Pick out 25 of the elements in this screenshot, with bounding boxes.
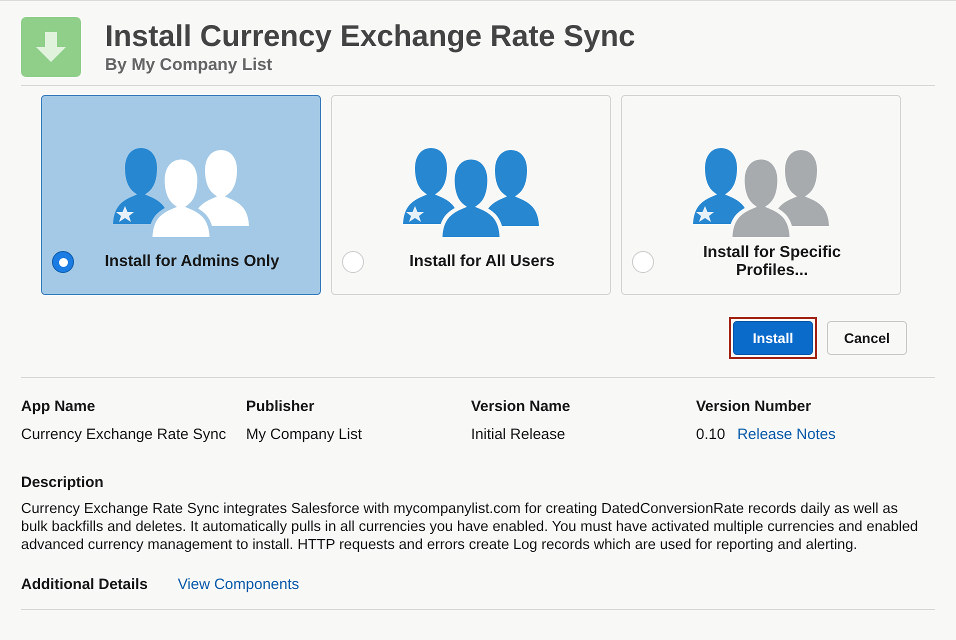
additional-details-label: Additional Details <box>21 575 148 595</box>
download-icon <box>21 17 81 77</box>
radio-button[interactable] <box>52 251 74 273</box>
option-label: Install for All Users <box>408 253 556 271</box>
cancel-button[interactable]: Cancel <box>827 321 907 355</box>
detail-label: Publisher <box>246 398 316 416</box>
detail-value: 0.10 <box>696 426 726 444</box>
detail-label: Version Name <box>471 398 572 416</box>
detail-value: Currency Exchange Rate Sync <box>21 426 226 444</box>
install-option-card[interactable]: Install for All Users <box>331 95 611 295</box>
page-title: Install Currency Exchange Rate Sync <box>105 19 636 55</box>
detail-value: Initial Release <box>471 426 566 444</box>
install-option-card[interactable]: Install for Specific Profiles... <box>621 95 901 295</box>
detail-label: App Name <box>21 398 96 416</box>
view-components-link[interactable]: View Components <box>178 574 300 596</box>
option-label: Install for Admins Only <box>104 253 280 271</box>
install-option-card[interactable]: Install for Admins Only <box>41 95 321 295</box>
publisher-subtitle: By My Company List <box>105 55 274 75</box>
description-label: Description <box>21 474 105 492</box>
release-notes-link[interactable]: Release Notes <box>737 426 836 444</box>
description-text: Currency Exchange Rate Sync integrates Salesforce with mycompanylist.com for creating DatedConversionRate records daily as well as bulk backfills and deletes. It automatically pulls in all currencies you have enabled. You must have activated multiple currencies and enabled advanced currency management to install. HTTP requests and errors create Log records which are used for reporting and alerting. <box>21 500 920 554</box>
install-button[interactable]: Install <box>733 321 813 355</box>
detail-label: Version Number <box>696 398 812 416</box>
detail-value: My Company List <box>246 426 362 444</box>
option-label: Install for Specific Profiles... <box>702 244 842 280</box>
